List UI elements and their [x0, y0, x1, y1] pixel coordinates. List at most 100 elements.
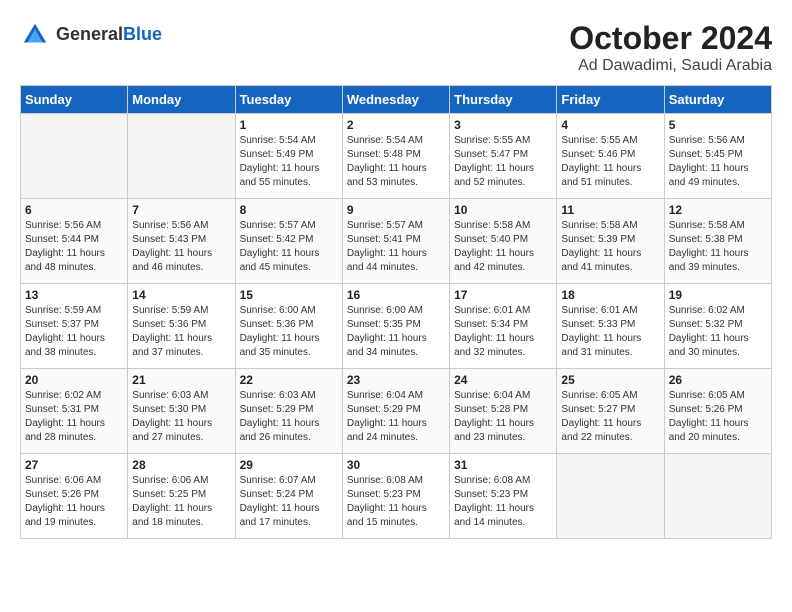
- calendar-cell: 21Sunrise: 6:03 AMSunset: 5:30 PMDayligh…: [128, 369, 235, 454]
- day-number: 20: [25, 373, 123, 387]
- day-number: 28: [132, 458, 230, 472]
- calendar-cell: [664, 454, 771, 539]
- day-number: 29: [240, 458, 338, 472]
- calendar-cell: 27 Sunrise: 6:06 AMSunset: 5:26 PMDayligh…: [21, 454, 128, 539]
- logo-icon: [20, 20, 50, 50]
- calendar-cell: 26Sunrise: 6:05 AMSunset: 5:26 PMDayligh…: [664, 369, 771, 454]
- day-info: Sunrise: 5:58 AMSunset: 5:39 PMDaylight:…: [561, 219, 659, 275]
- day-info: Sunrise: 6:05 AMSunset: 5:27 PMDaylight:…: [561, 389, 659, 445]
- day-info: Sunrise: 5:58 AMSunset: 5:40 PMDaylight:…: [454, 219, 552, 275]
- day-number: 14: [132, 288, 230, 302]
- day-number: 9: [347, 203, 445, 217]
- calendar-cell: 18 Sunrise: 6:01 AMSunset: 5:33 PMDayligh…: [557, 284, 664, 369]
- day-number: 10: [454, 203, 552, 217]
- calendar-cell: 28 Sunrise: 6:06 AMSunset: 5:25 PMDayligh…: [128, 454, 235, 539]
- day-number: 2: [347, 118, 445, 132]
- calendar-cell: 15 Sunrise: 6:00 AMSunset: 5:36 PMDayligh…: [235, 284, 342, 369]
- calendar-week-row: 1 Sunrise: 5:54 AMSunset: 5:49 PMDaylight…: [21, 114, 772, 199]
- day-info: Sunrise: 5:56 AMSunset: 5:43 PMDaylight:…: [132, 219, 230, 275]
- calendar-cell: 31 Sunrise: 6:08 AMSunset: 5:23 PMDayligh…: [450, 454, 557, 539]
- calendar-cell: 13 Sunrise: 5:59 AMSunset: 5:37 PMDayligh…: [21, 284, 128, 369]
- day-number: 7: [132, 203, 230, 217]
- calendar-cell: 30 Sunrise: 6:08 AMSunset: 5:23 PMDayligh…: [342, 454, 449, 539]
- calendar-cell: 16 Sunrise: 6:00 AMSunset: 5:35 PMDayligh…: [342, 284, 449, 369]
- day-number: 13: [25, 288, 123, 302]
- day-info: Sunrise: 5:59 AMSunset: 5:36 PMDaylight:…: [132, 304, 230, 360]
- day-info: Sunrise: 6:01 AMSunset: 5:34 PMDaylight:…: [454, 304, 552, 360]
- day-number: 30: [347, 458, 445, 472]
- day-info: Sunrise: 6:06 AMSunset: 5:25 PMDaylight:…: [132, 474, 230, 530]
- day-info: Sunrise: 6:03 AMSunset: 5:29 PMDaylight:…: [240, 389, 338, 445]
- day-info: Sunrise: 5:59 AMSunset: 5:37 PMDaylight:…: [25, 304, 123, 360]
- month-title: October 2024: [569, 20, 772, 57]
- day-info: Sunrise: 6:01 AMSunset: 5:33 PMDaylight:…: [561, 304, 659, 360]
- day-info: Sunrise: 6:04 AMSunset: 5:28 PMDaylight:…: [454, 389, 552, 445]
- calendar-cell: 24Sunrise: 6:04 AMSunset: 5:28 PMDayligh…: [450, 369, 557, 454]
- day-number: 21: [132, 373, 230, 387]
- weekday-header: Sunday: [21, 86, 128, 114]
- calendar-cell: [21, 114, 128, 199]
- day-number: 8: [240, 203, 338, 217]
- calendar-cell: 25 Sunrise: 6:05 AMSunset: 5:27 PMDayligh…: [557, 369, 664, 454]
- day-number: 19: [669, 288, 767, 302]
- day-number: 17: [454, 288, 552, 302]
- day-info: Sunrise: 6:08 AMSunset: 5:23 PMDaylight:…: [347, 474, 445, 530]
- calendar-cell: [128, 114, 235, 199]
- logo-general: GeneralBlue: [56, 25, 162, 45]
- day-info: Sunrise: 6:00 AMSunset: 5:35 PMDaylight:…: [347, 304, 445, 360]
- calendar-cell: 20 Sunrise: 6:02 AMSunset: 5:31 PMDayligh…: [21, 369, 128, 454]
- weekday-header: Thursday: [450, 86, 557, 114]
- day-number: 15: [240, 288, 338, 302]
- calendar-table: SundayMondayTuesdayWednesdayThursdayFrid…: [20, 85, 772, 539]
- day-number: 4: [561, 118, 659, 132]
- day-info: Sunrise: 6:06 AMSunset: 5:26 PMDaylight:…: [25, 474, 123, 530]
- calendar-cell: 9 Sunrise: 5:57 AMSunset: 5:41 PMDaylight…: [342, 199, 449, 284]
- day-number: 16: [347, 288, 445, 302]
- calendar-week-row: 20 Sunrise: 6:02 AMSunset: 5:31 PMDayligh…: [21, 369, 772, 454]
- weekday-header: Monday: [128, 86, 235, 114]
- day-number: 1: [240, 118, 338, 132]
- calendar-cell: 2 Sunrise: 5:54 AMSunset: 5:48 PMDaylight…: [342, 114, 449, 199]
- calendar-cell: 5Sunrise: 5:56 AMSunset: 5:45 PMDaylight…: [664, 114, 771, 199]
- day-info: Sunrise: 5:57 AMSunset: 5:42 PMDaylight:…: [240, 219, 338, 275]
- day-info: Sunrise: 6:04 AMSunset: 5:29 PMDaylight:…: [347, 389, 445, 445]
- calendar-week-row: 27 Sunrise: 6:06 AMSunset: 5:26 PMDayligh…: [21, 454, 772, 539]
- weekday-header: Tuesday: [235, 86, 342, 114]
- page-header: GeneralBlue October 2024 Ad Dawadimi, Sa…: [20, 20, 772, 75]
- day-number: 25: [561, 373, 659, 387]
- day-number: 31: [454, 458, 552, 472]
- day-info: Sunrise: 6:05 AMSunset: 5:26 PMDaylight:…: [669, 389, 767, 445]
- calendar-cell: 23 Sunrise: 6:04 AMSunset: 5:29 PMDayligh…: [342, 369, 449, 454]
- day-number: 18: [561, 288, 659, 302]
- weekday-header: Wednesday: [342, 86, 449, 114]
- day-info: Sunrise: 5:54 AMSunset: 5:48 PMDaylight:…: [347, 134, 445, 190]
- calendar-cell: 4 Sunrise: 5:55 AMSunset: 5:46 PMDaylight…: [557, 114, 664, 199]
- day-info: Sunrise: 5:56 AMSunset: 5:45 PMDaylight:…: [669, 134, 767, 190]
- calendar-cell: 7 Sunrise: 5:56 AMSunset: 5:43 PMDaylight…: [128, 199, 235, 284]
- day-number: 12: [669, 203, 767, 217]
- day-info: Sunrise: 6:07 AMSunset: 5:24 PMDaylight:…: [240, 474, 338, 530]
- day-info: Sunrise: 5:56 AMSunset: 5:44 PMDaylight:…: [25, 219, 123, 275]
- calendar-cell: 10 Sunrise: 5:58 AMSunset: 5:40 PMDayligh…: [450, 199, 557, 284]
- title-section: October 2024 Ad Dawadimi, Saudi Arabia: [569, 20, 772, 75]
- day-info: Sunrise: 6:00 AMSunset: 5:36 PMDaylight:…: [240, 304, 338, 360]
- day-info: Sunrise: 5:57 AMSunset: 5:41 PMDaylight:…: [347, 219, 445, 275]
- calendar-cell: [557, 454, 664, 539]
- day-number: 23: [347, 373, 445, 387]
- day-info: Sunrise: 5:55 AMSunset: 5:47 PMDaylight:…: [454, 134, 552, 190]
- calendar-cell: 6Sunrise: 5:56 AMSunset: 5:44 PMDaylight…: [21, 199, 128, 284]
- day-number: 27: [25, 458, 123, 472]
- day-number: 3: [454, 118, 552, 132]
- day-info: Sunrise: 6:08 AMSunset: 5:23 PMDaylight:…: [454, 474, 552, 530]
- day-info: Sunrise: 6:02 AMSunset: 5:31 PMDaylight:…: [25, 389, 123, 445]
- calendar-week-row: 6Sunrise: 5:56 AMSunset: 5:44 PMDaylight…: [21, 199, 772, 284]
- calendar-cell: 12Sunrise: 5:58 AMSunset: 5:38 PMDayligh…: [664, 199, 771, 284]
- calendar-cell: 11 Sunrise: 5:58 AMSunset: 5:39 PMDayligh…: [557, 199, 664, 284]
- day-info: Sunrise: 5:55 AMSunset: 5:46 PMDaylight:…: [561, 134, 659, 190]
- calendar-cell: 22Sunrise: 6:03 AMSunset: 5:29 PMDayligh…: [235, 369, 342, 454]
- location-title: Ad Dawadimi, Saudi Arabia: [569, 57, 772, 75]
- day-info: Sunrise: 6:02 AMSunset: 5:32 PMDaylight:…: [669, 304, 767, 360]
- day-info: Sunrise: 5:54 AMSunset: 5:49 PMDaylight:…: [240, 134, 338, 190]
- day-number: 11: [561, 203, 659, 217]
- calendar-cell: 29 Sunrise: 6:07 AMSunset: 5:24 PMDayligh…: [235, 454, 342, 539]
